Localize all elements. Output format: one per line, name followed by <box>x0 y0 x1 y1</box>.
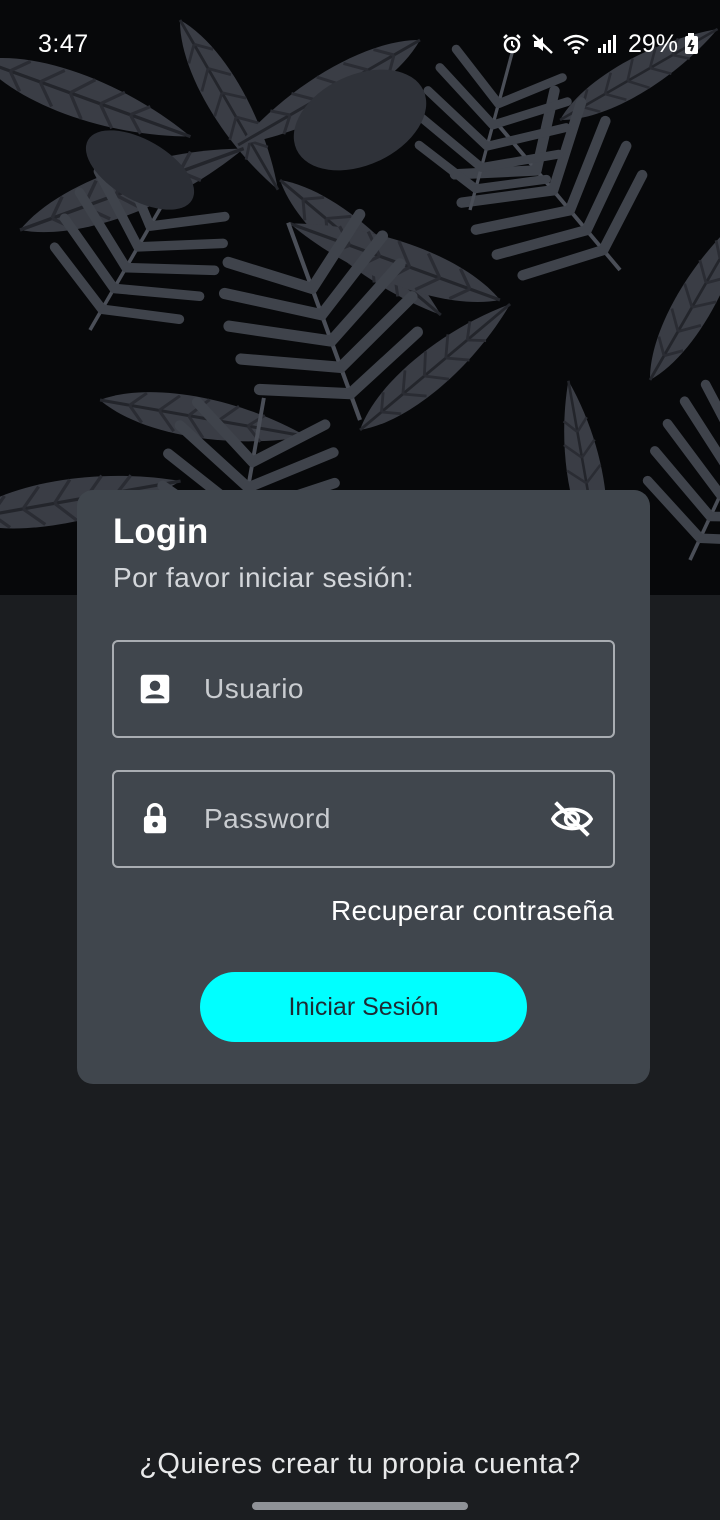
home-indicator[interactable] <box>252 1502 468 1510</box>
login-screen: 3:47 29% Login Por favor iniciar sesión: <box>0 0 720 1520</box>
username-placeholder: Usuario <box>204 673 304 704</box>
login-subtitle: Por favor iniciar sesión: <box>113 562 415 593</box>
mute-icon <box>530 32 556 56</box>
login-card: Login Por favor iniciar sesión: Usuario … <box>77 490 650 1084</box>
account-box-icon <box>136 670 174 708</box>
lock-icon <box>136 800 174 838</box>
login-button[interactable]: Iniciar Sesión <box>200 972 527 1042</box>
status-bar: 3:47 29% <box>0 0 720 88</box>
login-title: Login <box>113 512 209 551</box>
status-icons: 29% <box>500 30 700 59</box>
signal-icon <box>596 32 618 56</box>
create-account-link[interactable]: ¿Quieres crear tu propia cuenta? <box>0 1448 720 1481</box>
wifi-icon <box>562 32 590 56</box>
recover-password-link[interactable]: Recuperar contraseña <box>331 895 614 927</box>
password-placeholder: Password <box>204 803 331 834</box>
status-time: 3:47 <box>38 29 89 58</box>
alarm-icon <box>500 32 524 56</box>
battery-icon <box>684 32 700 56</box>
username-field[interactable]: Usuario <box>112 640 615 738</box>
visibility-off-icon[interactable] <box>549 799 595 839</box>
password-field[interactable]: Password <box>112 770 615 868</box>
battery-percentage: 29% <box>627 29 678 58</box>
